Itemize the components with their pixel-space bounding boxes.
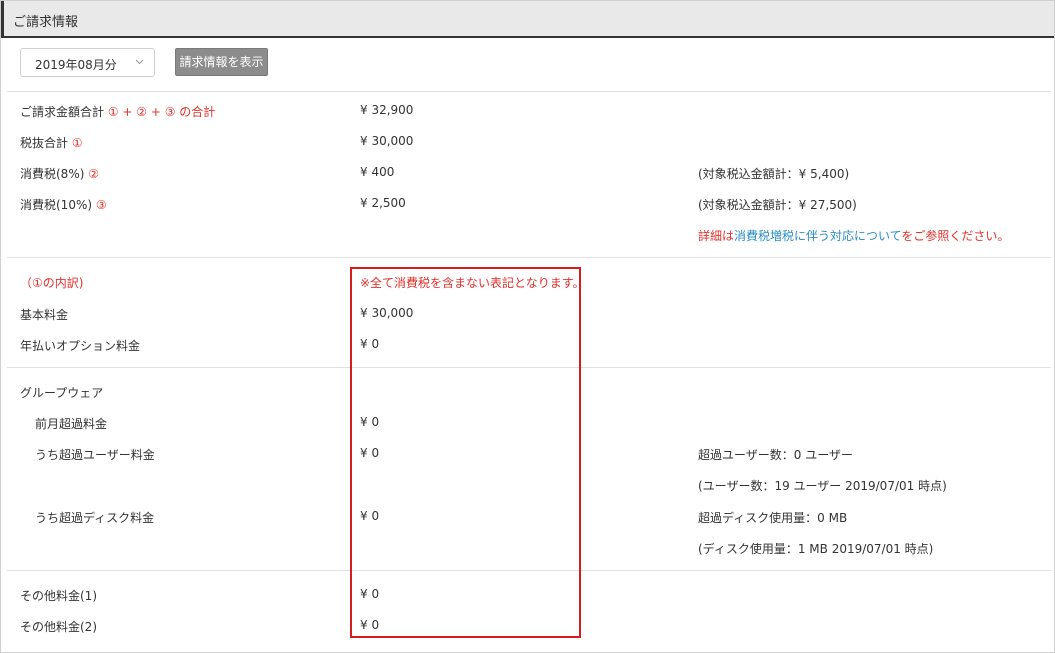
tax8-marker: ②: [88, 167, 99, 181]
annual-option-label: 年払いオプション料金: [20, 339, 141, 353]
disk-overage-usage: 超過ディスク使用量：0 MB: [698, 511, 848, 525]
subtotal-value: ¥ 30,000: [360, 134, 414, 148]
tax10-label: 消費税(10%): [20, 198, 93, 212]
divider: [7, 91, 1051, 92]
total-value: ¥ 32,900: [360, 103, 414, 117]
divider: [7, 257, 1051, 258]
tax10-note: (対象税込金額計：¥ 27,500): [698, 198, 857, 212]
month-select-value: 2019年08月分: [35, 58, 117, 72]
user-count-note: (ユーザー数：19 ユーザー 2019/07/01 時点): [698, 479, 947, 493]
detail-prefix: 詳細は: [698, 229, 735, 243]
other-fee-1-label: その他料金(1): [20, 589, 97, 603]
tax8-label: 消費税(8%): [20, 167, 85, 181]
subtotal-marker: ①: [71, 136, 83, 150]
tax-detail-notice: 詳細は消費税増税に伴う対応についてをご参照ください。: [698, 227, 1009, 244]
disk-usage-note: (ディスク使用量：1 MB 2019/07/01 時点): [698, 542, 934, 556]
month-select[interactable]: 2019年08月分: [20, 48, 155, 77]
tax-increase-link[interactable]: 消費税増税に伴う対応について: [734, 229, 901, 243]
prev-overage-label: 前月超過料金: [35, 417, 108, 431]
subtotal-label-row: 税抜合計 ①: [20, 134, 83, 151]
user-overage-count: 超過ユーザー数：0 ユーザー: [698, 448, 853, 462]
subtotal-label: 税抜合計: [20, 136, 69, 150]
other-fee-2-label: その他料金(2): [20, 620, 97, 634]
user-overage-label: うち超過ユーザー料金: [35, 448, 155, 462]
tax8-label-row: 消費税(8%) ②: [20, 165, 99, 182]
show-billing-button[interactable]: 請求情報を表示: [175, 48, 268, 76]
groupware-heading: グループウェア: [20, 386, 104, 400]
highlight-box: [350, 267, 581, 638]
page-title: ご請求情報: [13, 15, 79, 30]
tax10-label-row: 消費税(10%) ③: [20, 196, 107, 213]
breakdown-heading: （①の内訳): [20, 276, 84, 290]
total-note: ① + ② + ③ の合計: [107, 105, 216, 119]
basic-fee-label: 基本料金: [20, 308, 69, 322]
tax10-marker: ③: [95, 198, 107, 212]
detail-suffix: をご参照ください。: [901, 229, 1010, 243]
billing-panel: ご請求情報 2019年08月分 請求情報を表示 ご請求金額合計 ① + ② + …: [0, 0, 1055, 653]
tax8-note: (対象税込金額計：¥ 5,400): [698, 167, 850, 181]
total-label: ご請求金額合計: [20, 105, 105, 119]
tax10-value: ¥ 2,500: [360, 196, 406, 210]
chevron-down-icon: [135, 59, 144, 65]
tax8-value: ¥ 400: [360, 165, 395, 179]
panel-header: ご請求情報: [1, 1, 1054, 38]
disk-overage-label: うち超過ディスク料金: [35, 511, 155, 525]
total-label-row: ご請求金額合計 ① + ② + ③ の合計: [20, 103, 215, 120]
